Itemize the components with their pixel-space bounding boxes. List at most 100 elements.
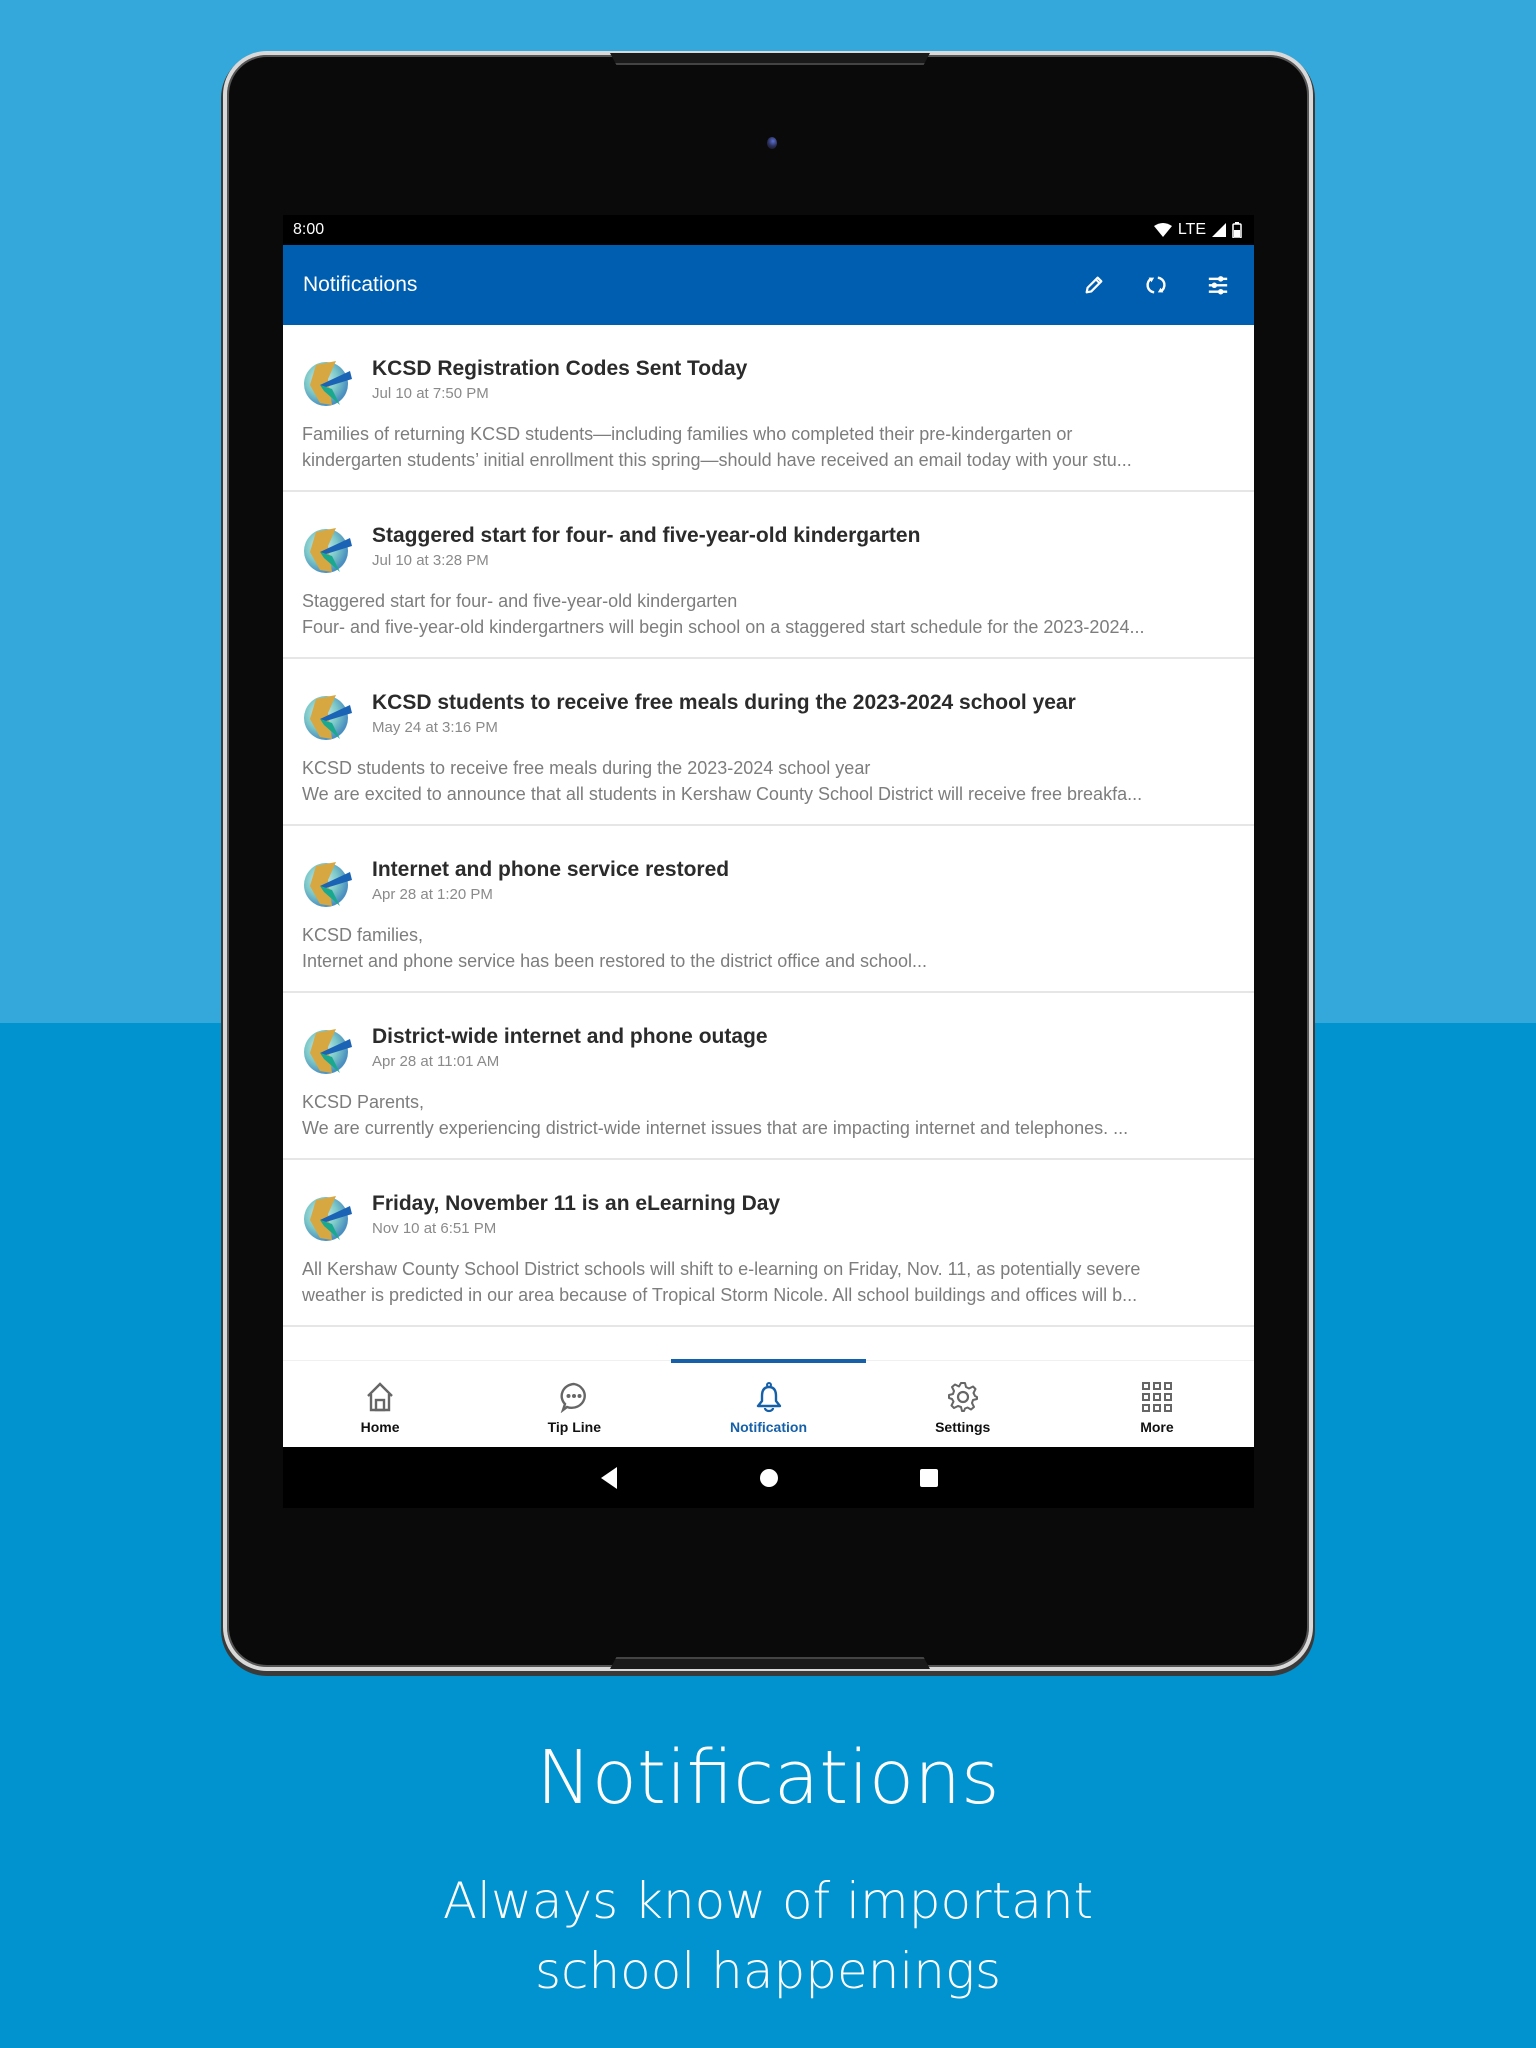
notification-header: Friday, November 11 is an eLearning Day N…: [302, 1190, 1234, 1244]
app-bar: Notifications: [283, 245, 1254, 325]
status-time: 8:00: [293, 221, 325, 238]
notification-titles: Friday, November 11 is an eLearning Day N…: [372, 1190, 780, 1239]
home-circle-icon: [759, 1468, 778, 1487]
refresh-icon: [1146, 276, 1166, 294]
notification-title: KCSD Registration Codes Sent Today: [372, 357, 748, 380]
notification-preview-line-1: All Kershaw County School District schoo…: [302, 1259, 1141, 1279]
tab-settings[interactable]: Settings: [866, 1361, 1060, 1447]
back-triangle-icon: [600, 1466, 617, 1489]
battery-icon: [1232, 222, 1242, 238]
tab-label: More: [1140, 1419, 1174, 1435]
district-logo-icon: [304, 361, 352, 406]
tab-label: Tip Line: [547, 1419, 602, 1435]
notification-titles: KCSD Registration Codes Sent Today Jul 10…: [372, 355, 747, 404]
notification-preview-line-2: Internet and phone service has been rest…: [302, 951, 928, 971]
notification-title: Friday, November 11 is an eLearning Day: [372, 1192, 781, 1215]
notification-preview-line-1: KCSD students to receive free meals duri…: [302, 758, 871, 778]
pencil-icon: [1085, 276, 1103, 294]
notification-date: Apr 28 at 1:20 PM: [372, 886, 493, 903]
refresh-button[interactable]: [1140, 269, 1172, 301]
grid-icon: [1141, 1382, 1172, 1412]
status-bar: 8:00 LTE: [283, 215, 1254, 245]
tab-label: Notification: [730, 1419, 807, 1435]
notification-header: KCSD students to receive free meals duri…: [302, 689, 1234, 743]
notification-preview-line-1: Staggered start for four- and five-year-…: [302, 591, 738, 611]
notification-preview: KCSD families, Internet and phone service…: [302, 922, 1234, 974]
district-logo-icon: [304, 695, 352, 740]
system-back-button[interactable]: [594, 1463, 624, 1493]
status-icons: LTE: [1153, 221, 1242, 239]
caption-subtitle: Always know of important school happenin…: [0, 1866, 1536, 2006]
notification-preview: Families of returning KCSD students—incl…: [302, 421, 1234, 473]
signal-icon: [1212, 223, 1226, 237]
gear-icon: [947, 1382, 978, 1412]
system-home-button[interactable]: [754, 1463, 784, 1493]
tab-label: Settings: [935, 1419, 991, 1435]
page-title: Notifications: [303, 273, 418, 296]
notification-title: Internet and phone service restored: [372, 858, 730, 881]
notification-header: KCSD Registration Codes Sent Today Jul 10…: [302, 355, 1234, 409]
tab-home[interactable]: Home: [283, 1361, 477, 1447]
tab-label: Home: [360, 1419, 400, 1435]
system-navigation-bar: [283, 1447, 1254, 1508]
tab-more[interactable]: More: [1060, 1361, 1254, 1447]
notification-preview-line-1: Families of returning KCSD students—incl…: [302, 424, 1073, 444]
notification-date: Jul 10 at 7:50 PM: [372, 385, 489, 402]
notification-preview-line-2: We are currently experiencing district-w…: [302, 1118, 1129, 1138]
recents-square-icon: [919, 1468, 938, 1487]
app-screen: 8:00 LTE Notifications KCSD Registration…: [283, 215, 1254, 1508]
notification-header: Staggered start for four- and five-year-…: [302, 522, 1234, 576]
notification-titles: KCSD students to receive free meals duri…: [372, 689, 1076, 738]
district-logo-icon: [302, 1355, 354, 1359]
notification-date: Nov 10 at 6:51 PM: [372, 1220, 497, 1237]
wifi-icon: [1153, 223, 1172, 237]
notification-preview-line-2: kindergarten students’ initial enrollmen…: [302, 450, 1132, 470]
notification-date: Apr 28 at 11:01 AM: [372, 1053, 500, 1070]
tablet-bottom-notch: [610, 1657, 930, 1669]
notification-item[interactable]: Friday, November 11 is an eLearning Day N…: [283, 1160, 1254, 1327]
active-tab-indicator: [671, 1359, 866, 1363]
chat-bubble-icon: [560, 1382, 587, 1413]
notification-preview: KCSD students to receive free meals duri…: [302, 755, 1234, 807]
district-logo-icon: [304, 1196, 352, 1241]
notification-preview-line-1: KCSD families,: [302, 925, 424, 945]
district-logo-icon: [304, 862, 352, 907]
notification-titles: District-wide internet and phone outage A…: [372, 1023, 768, 1072]
filter-button[interactable]: [1202, 269, 1234, 301]
notification-preview-line-1: KCSD Parents,: [302, 1092, 425, 1112]
notification-titles: Staggered start for four- and five-year-…: [372, 522, 920, 571]
bell-icon: [756, 1382, 781, 1413]
network-type: LTE: [1177, 221, 1206, 238]
edit-button[interactable]: [1078, 269, 1110, 301]
notification-list[interactable]: KCSD Registration Codes Sent Today Jul 10…: [283, 325, 1254, 1359]
notification-date: Jul 10 at 3:28 PM: [372, 552, 489, 569]
app-bar-actions: [1078, 269, 1234, 301]
tab-notification[interactable]: Notification: [671, 1359, 866, 1447]
notification-preview-line-2: We are excited to announce that all stud…: [302, 784, 1143, 804]
notification-preview: KCSD Parents, We are currently experienci…: [302, 1089, 1234, 1141]
caption-subtitle-line1: Always know of important: [442, 1872, 1094, 1930]
camera-icon: [767, 137, 777, 149]
caption-subtitle-line2: school happenings: [534, 1942, 1002, 2000]
notification-date: May 24 at 3:16 PM: [372, 719, 498, 736]
notification-item[interactable]: District-wide internet and phone outage A…: [283, 993, 1254, 1160]
sliders-icon: [1208, 276, 1228, 295]
tablet-top-notch: [610, 53, 930, 65]
system-recents-button[interactable]: [914, 1463, 944, 1493]
notification-preview-line-2: weather is predicted in our area because…: [302, 1285, 1138, 1305]
notification-title: District-wide internet and phone outage: [372, 1025, 768, 1048]
notification-preview: All Kershaw County School District schoo…: [302, 1256, 1234, 1308]
caption-title: Notifications: [536, 1735, 1000, 1821]
notification-header: Internet and phone service restored Apr 2…: [302, 856, 1234, 910]
notification-title: Staggered start for four- and five-year-…: [372, 524, 921, 547]
notification-preview: Staggered start for four- and five-year-…: [302, 588, 1234, 640]
tab-tip-line[interactable]: Tip Line: [477, 1361, 671, 1447]
notification-item[interactable]: KCSD Registration Codes Sent Today Jul 10…: [283, 325, 1254, 492]
notification-item[interactable]: KCSD students to receive free meals duri…: [283, 659, 1254, 826]
notification-item[interactable]: Staggered start for four- and five-year-…: [283, 492, 1254, 659]
notification-titles: Internet and phone service restored Apr 2…: [372, 856, 729, 905]
bottom-navigation: Home Tip Line Notification Settings More: [283, 1359, 1254, 1447]
notification-item[interactable]: Internet and phone service restored Apr 2…: [283, 826, 1254, 993]
notification-item-partial[interactable]: [283, 1327, 1254, 1359]
home-icon: [367, 1382, 393, 1412]
